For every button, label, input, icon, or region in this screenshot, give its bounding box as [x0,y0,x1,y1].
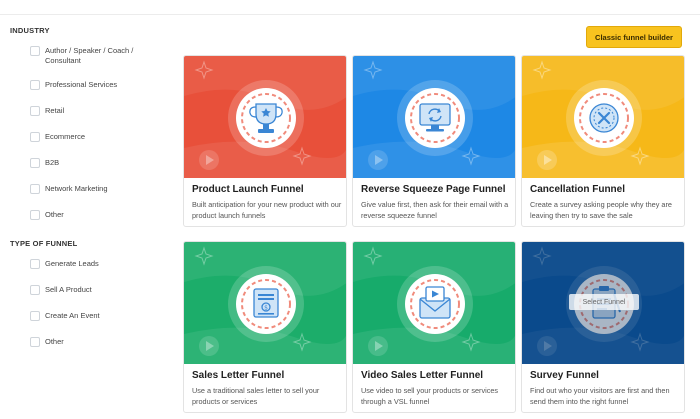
card-title: Survey Funnel [530,370,599,381]
industry-filter-other[interactable]: Other [30,210,170,220]
filter-label: Other [45,337,64,346]
select-funnel-button[interactable]: Select Funnel [569,294,639,310]
funnel-card-survey[interactable]: Select Funnel Survey Funnel Find out who… [521,241,685,413]
filter-label: Other [45,210,64,219]
checkbox[interactable] [30,106,40,116]
filter-sidebar: INDUSTRY Author / Speaker / Coach / Cons… [0,0,180,419]
industry-filter-network[interactable]: Network Marketing [30,184,170,194]
card-title: Sales Letter Funnel [192,370,285,381]
filter-label: B2B [45,158,60,167]
checkbox[interactable] [30,337,40,347]
card-title: Reverse Squeeze Page Funnel [361,184,506,195]
classic-funnel-builder-button[interactable]: Classic funnel builder [586,26,682,48]
filter-label: Create An Event [45,311,100,320]
checkbox[interactable] [30,132,40,142]
funnel-card-reverse-squeeze[interactable]: Reverse Squeeze Page Funnel Give value f… [352,55,516,227]
card-description: Built anticipation for your new product … [192,200,342,220]
card-title: Product Launch Funnel [192,184,304,195]
funnel-card-cancellation[interactable]: Cancellation Funnel Create a survey aski… [521,55,685,227]
industry-filter-retail[interactable]: Retail [30,106,170,116]
checkbox[interactable] [30,46,40,56]
funnel-card-sales-letter[interactable]: $ Sales Letter Funnel Use a traditional … [183,241,347,413]
filter-label: Network Marketing [45,184,108,193]
card-title: Cancellation Funnel [530,184,626,195]
card-description: Use a traditional sales letter to sell y… [192,386,320,406]
card-description: Find out who your visitors are first and… [530,386,670,406]
filter-label: Retail [45,106,65,115]
card-description: Use video to sell your products or servi… [361,386,499,406]
industry-filter-professional[interactable]: Professional Services [30,80,170,90]
card-illustration [184,56,346,178]
checkbox[interactable] [30,158,40,168]
industry-filter-ecommerce[interactable]: Ecommerce [30,132,170,142]
type-filter-other[interactable]: Other [30,337,170,347]
type-filter-create-event[interactable]: Create An Event [30,311,170,321]
filter-label: Ecommerce [45,132,86,141]
filter-label: Author / Speaker / Coach / Consultant [45,46,134,65]
checkbox[interactable] [30,184,40,194]
card-illustration [522,56,684,178]
industry-heading: INDUSTRY [10,26,50,35]
industry-filter-b2b[interactable]: B2B [30,158,170,168]
checkbox[interactable] [30,259,40,269]
card-description: Give value first, then ask for their ema… [361,200,509,220]
industry-filter-author[interactable]: Author / Speaker / Coach / Consultant [30,46,170,66]
checkbox[interactable] [30,311,40,321]
checkbox[interactable] [30,210,40,220]
checkbox[interactable] [30,285,40,295]
type-of-funnel-heading: TYPE OF FUNNEL [10,239,78,248]
card-illustration [353,56,515,178]
type-filter-generate-leads[interactable]: Generate Leads [30,259,170,269]
filter-label: Generate Leads [45,259,99,268]
svg-text:$: $ [264,305,268,312]
funnel-card-video-sales-letter[interactable]: Video Sales Letter Funnel Use video to s… [352,241,516,413]
type-filter-sell-product[interactable]: Sell A Product [30,285,170,295]
filter-label: Sell A Product [45,285,92,294]
filter-label: Professional Services [45,80,118,89]
funnel-card-product-launch[interactable]: Product Launch Funnel Built anticipation… [183,55,347,227]
card-illustration: $ [184,242,346,364]
card-title: Video Sales Letter Funnel [361,370,484,381]
checkbox[interactable] [30,80,40,90]
card-description: Create a survey asking people why they a… [530,200,672,220]
card-illustration [353,242,515,364]
